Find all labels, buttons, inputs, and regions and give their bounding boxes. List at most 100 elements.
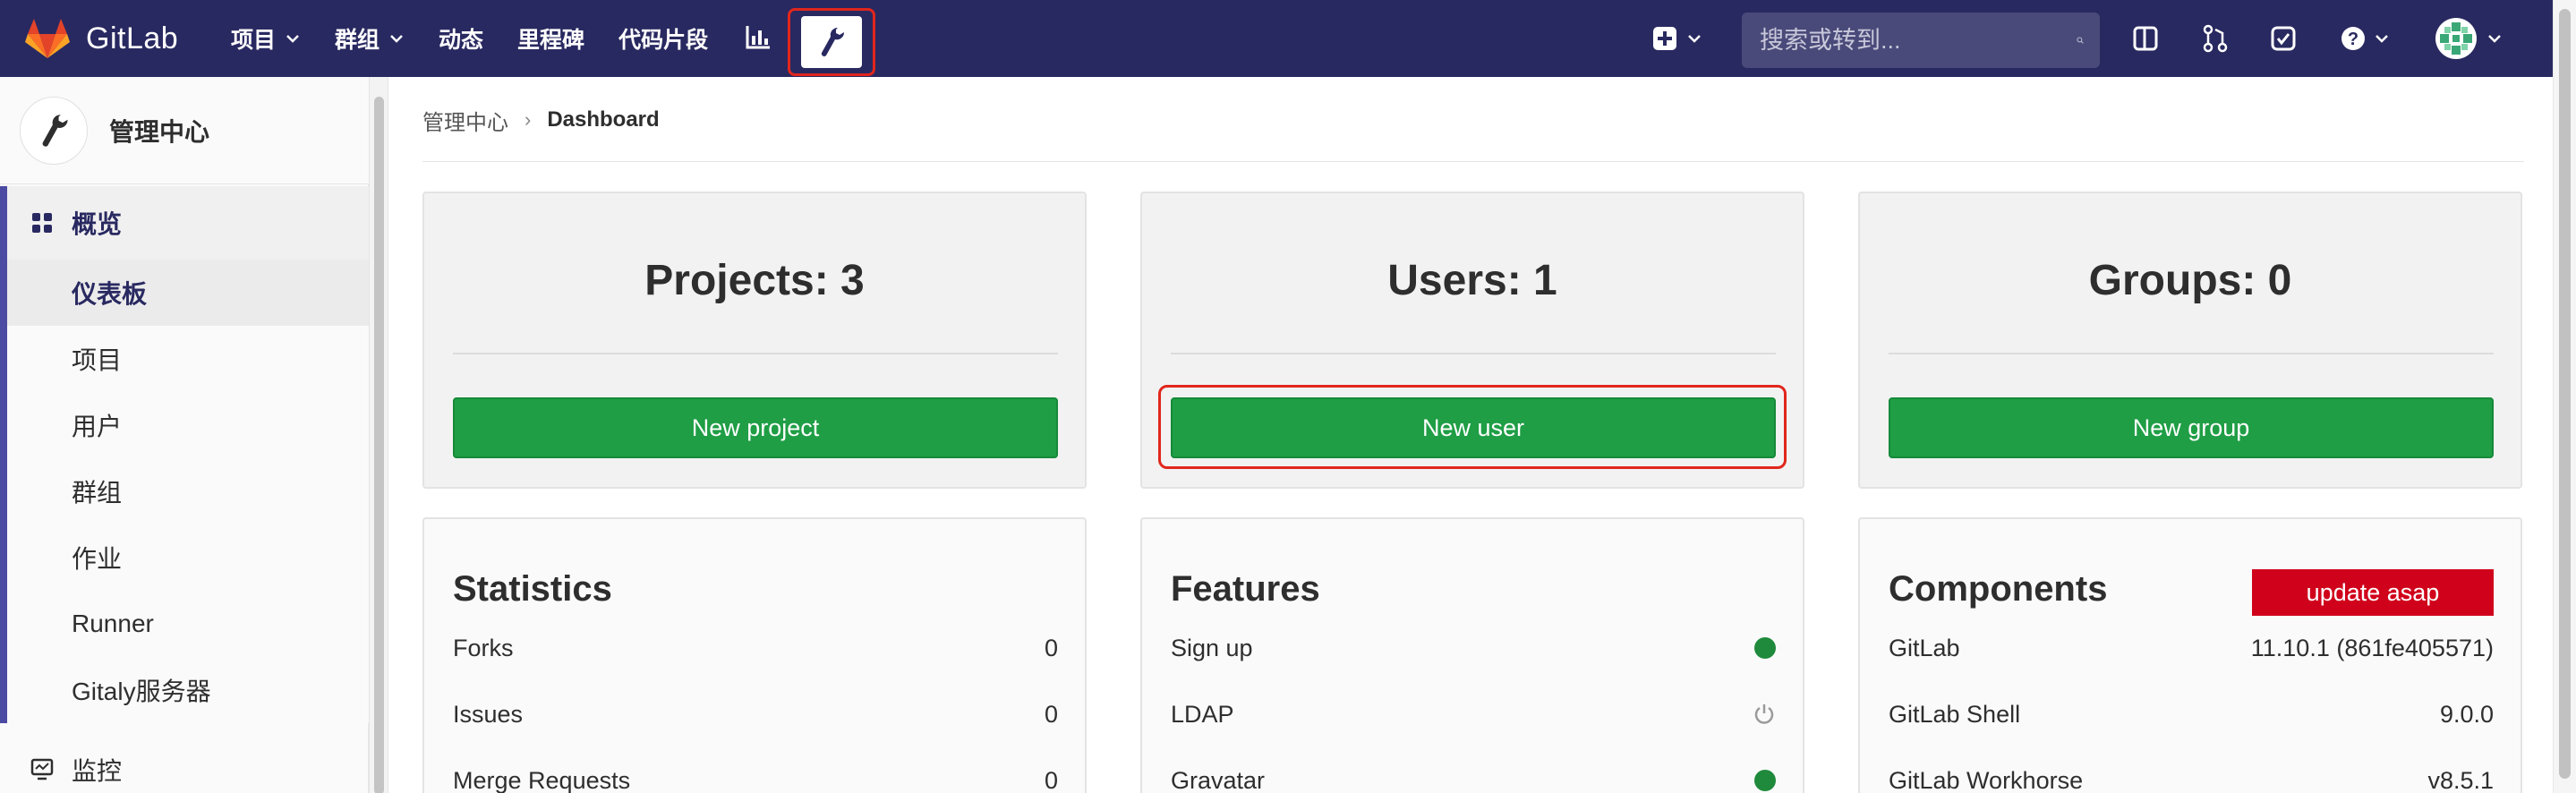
page-scrollbar[interactable] xyxy=(2553,0,2576,793)
groups-count: Groups: 0 xyxy=(2088,257,2292,304)
nav-snippets-label: 代码片段 xyxy=(618,28,709,53)
nav-projects-label: 项目 xyxy=(231,28,277,53)
nav-milestones-label: 里程碑 xyxy=(517,28,585,53)
sidebar-item-dashboard[interactable]: 仪表板 xyxy=(7,260,369,326)
statistics-row-merge-requests: Merge Requests 0 xyxy=(453,763,1058,793)
component-version: 11.10.1 (861fe405571) xyxy=(2250,634,2494,661)
statistics-row-issues: Issues 0 xyxy=(453,696,1058,732)
component-label: GitLab xyxy=(1889,634,1960,661)
sidebar-item-monitoring[interactable]: 监控 xyxy=(0,743,369,793)
sidebar-scrollbar-thumb[interactable] xyxy=(374,97,384,793)
sidebar-item-label: Runner xyxy=(72,610,154,637)
todos-link[interactable] xyxy=(2270,0,2297,77)
sidebar-item-label: 仪表板 xyxy=(72,280,148,308)
sidebar-item-groups[interactable]: 群组 xyxy=(7,458,369,524)
sidebar-item-overview-label: 概览 xyxy=(72,210,123,238)
sidebar-item-users[interactable]: 用户 xyxy=(7,392,369,458)
statistics-value: 0 xyxy=(1044,766,1058,793)
breadcrumb-current[interactable]: Dashboard xyxy=(547,107,659,132)
sidebar-item-gitaly-servers[interactable]: Gitaly服务器 xyxy=(7,657,369,723)
sidebar-item-label: 用户 xyxy=(72,413,123,440)
svg-text:?: ? xyxy=(2348,30,2358,49)
nav-activity[interactable]: 动态 xyxy=(439,0,483,77)
admin-area-button[interactable] xyxy=(788,8,875,76)
breadcrumb-parent[interactable]: 管理中心 xyxy=(422,105,508,136)
help-dropdown[interactable]: ? xyxy=(2340,0,2390,77)
update-asap-badge[interactable]: update asap xyxy=(2252,569,2494,616)
component-version: v8.5.1 xyxy=(2427,766,2494,793)
new-group-button[interactable]: New group xyxy=(1889,397,2494,458)
projects-stat-card: Projects: 3 New project xyxy=(422,192,1087,489)
search-icon xyxy=(2077,37,2084,44)
sidebar-item-overview[interactable]: 概览 xyxy=(7,186,369,260)
features-title: Features xyxy=(1171,569,1320,609)
statistics-row-forks: Forks 0 xyxy=(453,630,1058,666)
card-divider xyxy=(1889,353,2494,354)
sidebar-item-label: Gitaly服务器 xyxy=(72,678,211,705)
sidebar-item-label: 项目 xyxy=(72,346,123,374)
sidebar-group-overview: 概览 仪表板 项目 用户 群组 作业 Runner Gitaly服务器 xyxy=(0,186,369,723)
gitlab-tanuki-icon xyxy=(25,19,70,58)
sidebar-scrollbar[interactable] xyxy=(369,77,388,793)
features-row-gravatar: Gravatar xyxy=(1171,763,1776,793)
search-input[interactable] xyxy=(1760,26,2077,55)
features-card: Features Sign up LDAP Gravatar xyxy=(1140,517,1804,793)
card-divider xyxy=(1171,353,1776,354)
new-dropdown[interactable] xyxy=(1652,0,1702,77)
sidebar-toggle-button[interactable] xyxy=(2132,0,2159,77)
sidebar-toggle-icon xyxy=(2133,26,2158,51)
component-version: 9.0.0 xyxy=(2439,700,2494,728)
chevron-down-icon xyxy=(2376,35,2388,43)
nav-projects[interactable]: 项目 xyxy=(231,0,301,77)
brand-name: GitLab xyxy=(86,21,179,55)
gitlab-logo-link[interactable]: GitLab xyxy=(25,16,178,61)
user-menu-dropdown[interactable] xyxy=(2435,0,2503,77)
sidebar-item-jobs[interactable]: 作业 xyxy=(7,524,369,591)
power-off-icon xyxy=(1754,704,1774,724)
breadcrumb: 管理中心 › Dashboard xyxy=(422,104,660,136)
top-navbar: GitLab 项目 群组 动态 里程碑 代码片段 搜索或转到... ? xyxy=(0,0,2553,77)
overview-grid-icon xyxy=(32,213,52,233)
main-nav-menu: 项目 群组 动态 里程碑 代码片段 xyxy=(231,0,742,77)
groups-stat-card: Groups: 0 New group xyxy=(1858,192,2522,489)
status-enabled-icon xyxy=(1754,637,1776,659)
statistics-value: 0 xyxy=(1044,700,1058,728)
features-row-sign-up: Sign up xyxy=(1171,630,1776,666)
statistics-label: Issues xyxy=(453,700,524,728)
merge-request-icon xyxy=(2203,24,2228,53)
statistics-label: Forks xyxy=(453,634,514,661)
components-row-gitlab: GitLab 11.10.1 (861fe405571) xyxy=(1889,630,2494,666)
monitor-icon xyxy=(30,758,54,780)
components-card: Components update asap GitLab 11.10.1 (8… xyxy=(1858,517,2522,793)
chevron-down-icon xyxy=(390,35,403,43)
page-scrollbar-thumb[interactable] xyxy=(2559,9,2571,779)
components-title: Components xyxy=(1889,569,2108,609)
sidebar-item-projects[interactable]: 项目 xyxy=(7,326,369,392)
nav-milestones[interactable]: 里程碑 xyxy=(517,0,584,77)
status-enabled-icon xyxy=(1754,770,1776,791)
search-box[interactable] xyxy=(1742,13,2100,68)
statistics-value: 0 xyxy=(1044,634,1058,661)
chevron-down-icon xyxy=(1688,35,1701,43)
sidebar-item-label: 作业 xyxy=(72,545,123,573)
plus-square-icon xyxy=(1653,27,1676,50)
sidebar-header[interactable]: 管理中心 xyxy=(0,77,369,184)
card-divider xyxy=(453,353,1058,354)
merge-requests-link[interactable] xyxy=(2202,0,2229,77)
sidebar-title: 管理中心 xyxy=(109,117,210,146)
chevron-down-icon xyxy=(2488,35,2501,43)
nav-groups[interactable]: 群组 xyxy=(335,0,405,77)
help-icon: ? xyxy=(2341,27,2365,50)
sidebar-item-runners[interactable]: Runner xyxy=(7,591,369,657)
nav-groups-label: 群组 xyxy=(335,28,380,53)
feature-label: Sign up xyxy=(1171,634,1253,661)
activity-chart-link[interactable] xyxy=(745,23,772,50)
sidebar-item-label: 群组 xyxy=(72,479,123,507)
nav-snippets[interactable]: 代码片段 xyxy=(618,0,708,77)
new-project-button[interactable]: New project xyxy=(453,397,1058,458)
nav-activity-label: 动态 xyxy=(439,28,484,53)
component-label: GitLab Shell xyxy=(1889,700,2021,728)
wrench-icon xyxy=(42,114,68,147)
user-avatar xyxy=(2435,18,2477,59)
breadcrumb-divider xyxy=(422,161,2524,162)
